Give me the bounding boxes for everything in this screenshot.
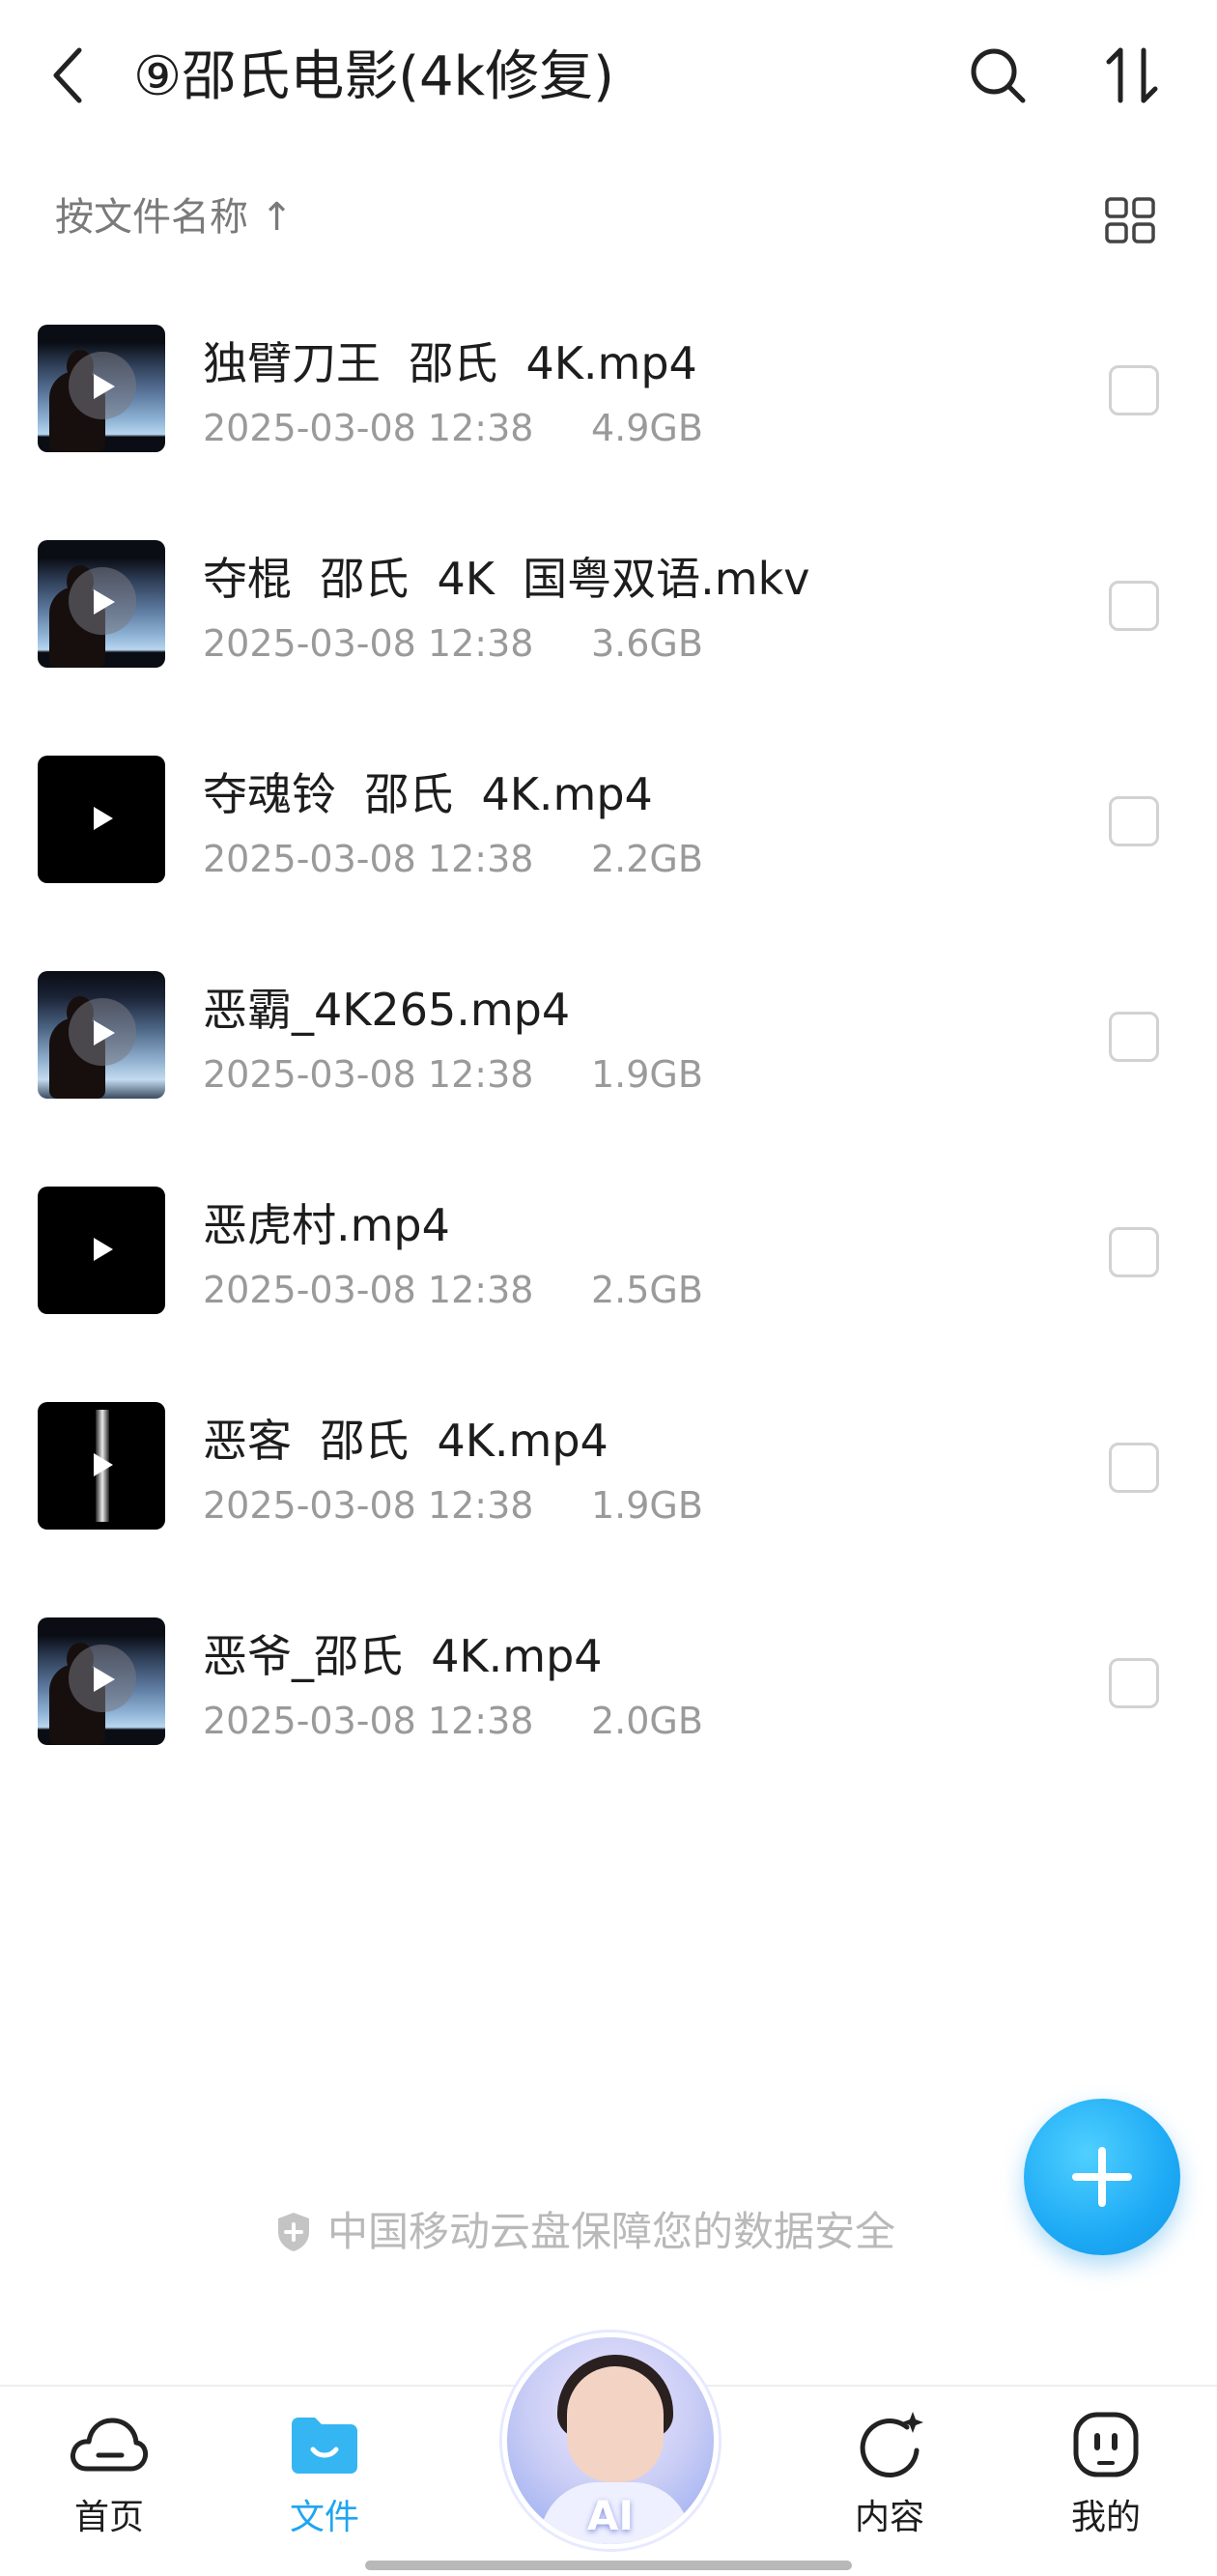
ai-assistant-avatar: [567, 2366, 664, 2482]
file-date: 2025-03-08 12:38: [203, 838, 534, 880]
play-icon: [94, 807, 113, 830]
sort-by-name-toggle[interactable]: 按文件名称 ↑: [55, 184, 293, 251]
security-note-text: 中国移动云盘保障您的数据安全: [327, 2208, 896, 2255]
tab-files[interactable]: 文件: [252, 2406, 397, 2551]
ai-assistant-button[interactable]: AI: [502, 2333, 719, 2549]
tab-content-label: 内容: [854, 2498, 924, 2537]
video-thumbnail: [38, 540, 165, 668]
page-title: ⑨邵氏电影(4k修复): [133, 45, 614, 108]
play-icon: [94, 1453, 113, 1476]
tab-content[interactable]: 内容: [817, 2406, 962, 2551]
video-thumbnail: [38, 756, 165, 883]
refresh-sparkle-icon: [860, 2412, 923, 2477]
home-indicator[interactable]: [365, 2561, 852, 2570]
file-size: 3.6GB: [591, 622, 703, 665]
security-note: 中国移动云盘保障您的数据安全: [275, 2203, 895, 2261]
tab-files-label: 文件: [289, 2498, 359, 2537]
file-name: 恶客 邵氏 4K.mp4: [203, 1415, 608, 1467]
file-date: 2025-03-08 12:38: [203, 1269, 534, 1311]
select-checkbox[interactable]: [1109, 365, 1159, 415]
file-name: 独臂刀王 邵氏 4K.mp4: [203, 337, 697, 389]
file-row[interactable]: 恶虎村.mp4 2025-03-08 12:38 2.5GB: [0, 1167, 1217, 1383]
select-checkbox[interactable]: [1109, 1658, 1159, 1708]
file-name: 恶霸_4K265.mp4: [203, 984, 571, 1036]
file-name: 恶虎村.mp4: [203, 1199, 450, 1251]
select-checkbox[interactable]: [1109, 1227, 1159, 1277]
file-name: 恶爷_邵氏 4K.mp4: [203, 1630, 603, 1682]
video-thumbnail: [38, 971, 165, 1099]
ai-label: AI: [586, 2492, 635, 2539]
file-date: 2025-03-08 12:38: [203, 1484, 534, 1527]
file-row[interactable]: 夺魂铃 邵氏 4K.mp4 2025-03-08 12:38 2.2GB: [0, 736, 1217, 952]
file-size: 1.9GB: [591, 1053, 703, 1096]
file-date: 2025-03-08 12:38: [203, 622, 534, 665]
sort-arrows-icon: [1106, 47, 1158, 103]
sort-button[interactable]: [1095, 39, 1169, 112]
file-row[interactable]: 恶爷_邵氏 4K.mp4 2025-03-08 12:38 2.0GB: [0, 1598, 1217, 1814]
select-checkbox[interactable]: [1109, 581, 1159, 631]
file-name: 夺棍 邵氏 4K 国粤双语.mkv: [203, 553, 810, 605]
play-icon: [94, 1238, 113, 1261]
search-button[interactable]: [961, 39, 1034, 112]
video-thumbnail: [38, 1402, 165, 1530]
folder-icon: [292, 2418, 357, 2474]
video-thumbnail: [38, 1187, 165, 1314]
back-button[interactable]: [39, 37, 97, 114]
cloud-icon: [71, 2418, 149, 2472]
file-date: 2025-03-08 12:38: [203, 407, 534, 449]
select-checkbox[interactable]: [1109, 1012, 1159, 1062]
grid-view-icon: [1105, 197, 1155, 243]
top-bar: ⑨邵氏电影(4k修复): [0, 0, 1217, 155]
grid-view-button[interactable]: [1103, 193, 1157, 247]
file-size: 2.2GB: [591, 838, 703, 880]
search-icon: [971, 48, 1026, 103]
plus-icon: [1072, 2147, 1132, 2207]
file-row[interactable]: 独臂刀王 邵氏 4K.mp4 2025-03-08 12:38 4.9GB: [0, 305, 1217, 521]
video-thumbnail: [38, 1617, 165, 1745]
file-date: 2025-03-08 12:38: [203, 1053, 534, 1096]
chevron-left-icon: [53, 47, 82, 103]
file-size: 2.5GB: [591, 1269, 703, 1311]
file-size: 1.9GB: [591, 1484, 703, 1527]
file-row[interactable]: 恶客 邵氏 4K.mp4 2025-03-08 12:38 1.9GB: [0, 1383, 1217, 1598]
tab-mine-label: 我的: [1070, 2498, 1141, 2537]
file-date: 2025-03-08 12:38: [203, 1700, 534, 1742]
shield-icon: [278, 2213, 309, 2251]
video-thumbnail: [38, 325, 165, 452]
sort-bar: 按文件名称 ↑: [0, 184, 1217, 251]
tab-home[interactable]: 首页: [37, 2406, 182, 2551]
tab-home-label: 首页: [73, 2498, 144, 2537]
file-size: 4.9GB: [591, 407, 703, 449]
file-size: 2.0GB: [591, 1700, 703, 1742]
file-row[interactable]: 恶霸_4K265.mp4 2025-03-08 12:38 1.9GB: [0, 952, 1217, 1167]
profile-face-icon: [1073, 2412, 1139, 2477]
file-name: 夺魂铃 邵氏 4K.mp4: [203, 768, 653, 820]
tab-mine[interactable]: 我的: [1033, 2406, 1178, 2551]
select-checkbox[interactable]: [1109, 1443, 1159, 1493]
select-checkbox[interactable]: [1109, 796, 1159, 846]
add-button[interactable]: [1024, 2099, 1180, 2255]
file-row[interactable]: 夺棍 邵氏 4K 国粤双语.mkv 2025-03-08 12:38 3.6GB: [0, 521, 1217, 736]
